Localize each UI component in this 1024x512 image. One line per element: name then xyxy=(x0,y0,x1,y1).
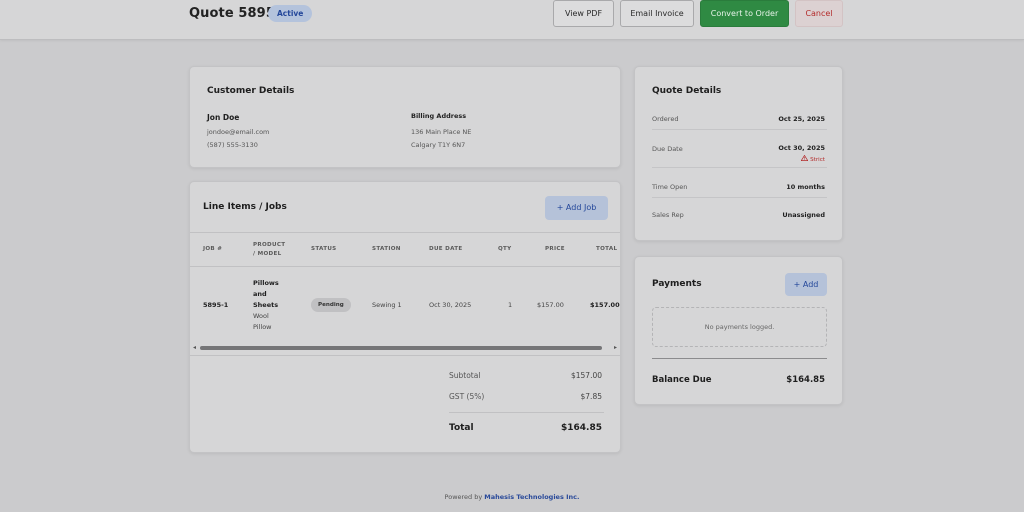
column-header-qty: QTY xyxy=(498,246,512,252)
cell-qty: 1 xyxy=(508,301,513,309)
sales-rep-label: Sales Rep xyxy=(652,211,684,219)
cell-status-badge: Pending xyxy=(311,298,351,312)
cancel-button[interactable]: Cancel xyxy=(795,0,843,27)
horizontal-scrollbar[interactable] xyxy=(200,346,602,350)
powered-by-text: Powered by xyxy=(444,493,483,501)
gst-label: GST (5%) xyxy=(449,392,485,401)
cell-total: $157.00 xyxy=(590,301,620,309)
cell-price: $157.00 xyxy=(537,301,564,309)
column-header-status: STATUS xyxy=(311,246,337,252)
add-payment-button[interactable]: + Add xyxy=(785,273,827,296)
status-badge: Active xyxy=(268,5,313,22)
billing-address-line2: Calgary T1Y 6N7 xyxy=(411,141,466,149)
detail-divider xyxy=(652,129,827,130)
view-pdf-button[interactable]: View PDF xyxy=(553,0,614,27)
summary-divider xyxy=(449,412,604,413)
detail-divider xyxy=(652,167,827,168)
column-header-product: PRODUCT xyxy=(253,242,286,248)
column-header-job: JOB # xyxy=(203,246,223,252)
quote-details-card: Quote Details Ordered Oct 25, 2025 Due D… xyxy=(634,66,843,241)
footer: Powered by Mahesis Technologies Inc. xyxy=(0,493,1024,501)
table-header: JOB # PRODUCT / MODEL STATUS STATION DUE… xyxy=(190,232,620,267)
strict-label: Strict xyxy=(810,157,825,163)
add-job-button[interactable]: + Add Job xyxy=(545,196,608,220)
scroll-left-arrow-icon[interactable]: ◂ xyxy=(193,344,196,351)
total-label: Total xyxy=(449,423,474,433)
cell-product-line2: and xyxy=(253,290,267,298)
cell-product-line3: Sheets xyxy=(253,301,279,309)
line-items-title: Line Items / Jobs xyxy=(203,202,287,212)
total-value: $164.85 xyxy=(561,423,602,433)
subtotal-value: $157.00 xyxy=(570,371,602,380)
quote-details-title: Quote Details xyxy=(652,86,722,96)
customer-details-card: Customer Details Jon Doe jondoe@email.co… xyxy=(189,66,621,168)
balance-due-value: $164.85 xyxy=(786,375,825,385)
customer-details-title: Customer Details xyxy=(207,86,295,96)
column-header-due-date: DUE DATE xyxy=(429,246,463,252)
column-header-station: STATION xyxy=(372,246,401,252)
ordered-label: Ordered xyxy=(652,115,679,123)
table-divider xyxy=(190,355,620,356)
line-items-card: Line Items / Jobs + Add Job JOB # PRODUC… xyxy=(189,181,621,453)
gst-value: $7.85 xyxy=(580,392,602,401)
cell-model-line2: Pillow xyxy=(253,323,272,331)
cell-product-line1: Pillows xyxy=(253,279,279,287)
strict-badge: Strict xyxy=(800,154,825,163)
column-header-model: / MODEL xyxy=(253,251,282,257)
subtotal-label: Subtotal xyxy=(449,371,481,380)
empty-payments-message: No payments logged. xyxy=(652,307,827,347)
detail-divider xyxy=(652,197,827,198)
cell-job-number: 5895-1 xyxy=(203,301,229,309)
time-open-value: 10 months xyxy=(786,183,825,191)
cell-due-date: Oct 30, 2025 xyxy=(429,301,472,309)
billing-address-line1: 136 Main Place NE xyxy=(411,128,472,136)
billing-address-label: Billing Address xyxy=(411,112,467,120)
customer-phone: (587) 555-3130 xyxy=(207,141,258,149)
ordered-value: Oct 25, 2025 xyxy=(778,115,825,123)
email-invoice-button[interactable]: Email Invoice xyxy=(620,0,694,27)
sales-rep-value: Unassigned xyxy=(782,211,825,219)
payments-card: Payments + Add No payments logged. Balan… xyxy=(634,256,843,405)
cell-model-line1: Wool xyxy=(253,312,269,320)
column-header-total: TOTAL xyxy=(596,246,618,252)
time-open-label: Time Open xyxy=(652,183,688,191)
column-header-price: PRICE xyxy=(545,246,565,252)
convert-to-order-button[interactable]: Convert to Order xyxy=(700,0,789,27)
due-date-label: Due Date xyxy=(652,145,683,153)
company-link[interactable]: Mahesis Technologies Inc. xyxy=(484,493,579,501)
balance-due-label: Balance Due xyxy=(652,375,712,385)
customer-name: Jon Doe xyxy=(207,113,240,122)
payments-divider xyxy=(652,358,827,359)
warning-triangle-icon xyxy=(800,154,809,163)
due-date-value: Oct 30, 2025 xyxy=(778,144,825,152)
scroll-right-arrow-icon[interactable]: ▸ xyxy=(614,344,617,351)
top-bar: Quote 5895 Active View PDF Email Invoice… xyxy=(0,0,1024,40)
page-title: Quote 5895 xyxy=(189,6,275,21)
payments-title: Payments xyxy=(652,279,702,289)
customer-email: jondoe@email.com xyxy=(207,128,270,136)
cell-station: Sewing 1 xyxy=(372,301,402,309)
